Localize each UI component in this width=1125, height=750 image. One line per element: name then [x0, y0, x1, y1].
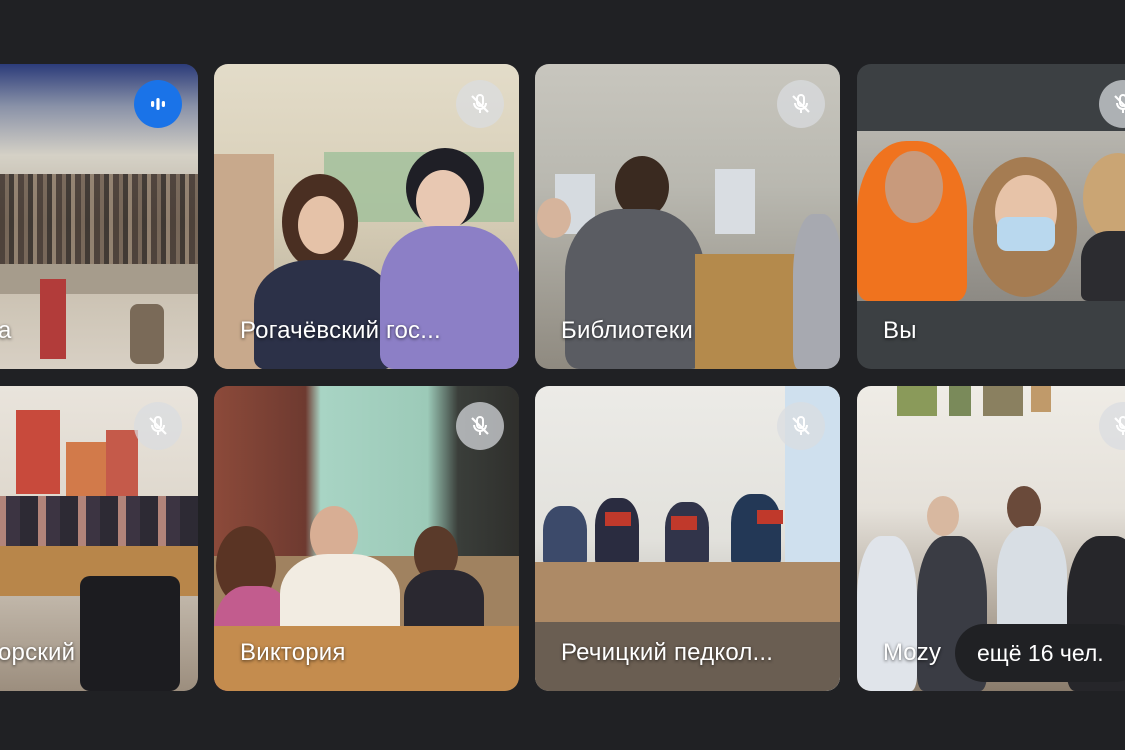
participant-tile-self[interactable]: Вы — [857, 64, 1125, 369]
participant-tile-3[interactable]: Библиотеки — [535, 64, 840, 369]
mic-off-icon — [471, 416, 489, 435]
participant-name: орский — [0, 639, 76, 666]
participant-name: Рогачёвский гос... — [240, 317, 441, 344]
mute-status-button[interactable] — [1099, 80, 1125, 128]
audio-level-icon — [151, 98, 165, 110]
participant-name: Вы — [883, 317, 917, 344]
mic-off-icon — [792, 416, 810, 435]
mute-status-button[interactable] — [777, 402, 825, 450]
mic-off-icon — [149, 416, 167, 435]
speaking-indicator-button[interactable] — [134, 80, 182, 128]
self-video — [857, 131, 1125, 301]
participant-tile-5[interactable]: орский — [0, 386, 198, 691]
participant-tile-2[interactable]: Рогачёвский гос... — [214, 64, 519, 369]
participant-tile-1[interactable]: а — [0, 64, 198, 369]
more-participants-button[interactable]: ещё 16 чел. — [955, 624, 1125, 682]
mic-off-icon — [792, 94, 810, 113]
mic-off-icon — [1114, 416, 1125, 435]
participant-name: Виктория — [240, 639, 346, 666]
participant-name: Речицкий педкол... — [561, 639, 774, 666]
mute-status-button[interactable] — [134, 402, 182, 450]
participant-name: Библиотеки — [561, 317, 694, 344]
mic-off-icon — [1114, 94, 1125, 113]
participant-tile-6[interactable]: Виктория — [214, 386, 519, 691]
mic-off-icon — [471, 94, 489, 113]
mute-status-button[interactable] — [456, 80, 504, 128]
mute-status-button[interactable] — [456, 402, 504, 450]
more-participants-label: ещё 16 чел. — [977, 640, 1104, 666]
participant-tile-7[interactable]: Речицкий педкол... — [535, 386, 840, 691]
participant-name: Mozy — [883, 639, 942, 666]
mute-status-button[interactable] — [777, 80, 825, 128]
participant-name: а — [0, 317, 12, 344]
